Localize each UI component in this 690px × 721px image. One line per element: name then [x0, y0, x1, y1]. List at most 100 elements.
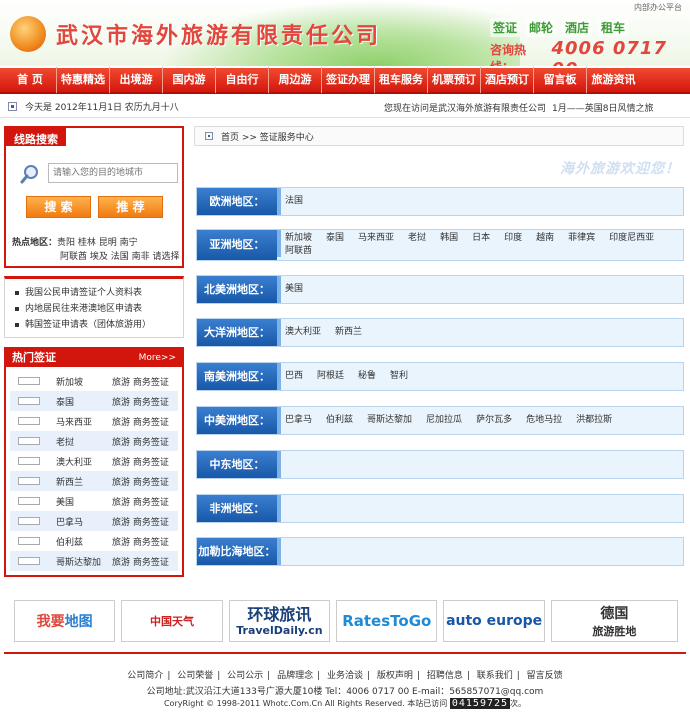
recommend-button[interactable]: 推 荐	[98, 196, 163, 218]
country-link[interactable]: 尼加拉瓜	[426, 415, 462, 426]
country-link[interactable]: 伯利兹	[326, 415, 353, 426]
footer-link[interactable]: 品牌理念	[277, 671, 313, 681]
country-link[interactable]: 老挝	[408, 233, 426, 244]
nav-hotels[interactable]: 酒店预订	[481, 67, 534, 93]
hot-places-line2[interactable]: 阿联酋 埃及 法国 南非 请选择	[12, 250, 180, 264]
visa-row[interactable]: 泰国 旅游 商务签证	[10, 391, 178, 411]
hot-places-line1[interactable]: 贵阳 桂林 昆明 南宁	[57, 238, 138, 248]
footer-link[interactable]: 留言反馈	[527, 671, 563, 681]
form-link[interactable]: 内地居民往来港澳地区申请表	[15, 301, 183, 317]
country-link[interactable]: 澳大利亚	[285, 327, 321, 338]
flag-icon	[18, 477, 40, 485]
german-text-1: 德国	[600, 606, 629, 622]
nav-flights[interactable]: 机票预订	[428, 67, 481, 93]
footer-link[interactable]: 公司简介	[127, 671, 163, 681]
visa-row[interactable]: 美国 旅游 商务签证	[10, 491, 178, 511]
country-link[interactable]: 印度尼西亚	[609, 233, 654, 244]
visa-country[interactable]: 巴拿马	[56, 515, 112, 528]
country-link[interactable]: 美国	[285, 284, 303, 295]
country-link[interactable]: 韩国	[440, 233, 458, 244]
footer-link[interactable]: 公司荣誉	[177, 671, 213, 681]
country-link[interactable]: 巴西	[285, 371, 303, 382]
country-link[interactable]: 洪都拉斯	[576, 415, 612, 426]
visa-types: 旅游 商务签证	[112, 397, 169, 408]
copyright-text: CoryRight © 1998-2011 Whotc.Com.Cn All R…	[163, 699, 448, 708]
footer-link[interactable]: 招聘信息	[427, 671, 463, 681]
nav-news[interactable]: 旅游资讯	[587, 67, 640, 93]
form-link[interactable]: 我国公民申请签证个人资料表	[15, 285, 183, 301]
visa-row[interactable]: 伯利兹 旅游 商务签证	[10, 531, 178, 551]
travel-cn-text: 环球旅讯	[247, 604, 312, 624]
search-button[interactable]: 搜 索	[26, 196, 91, 218]
visa-country[interactable]: 老挝	[56, 435, 112, 448]
country-link[interactable]: 法国	[285, 196, 303, 207]
partner-51ditu-logo[interactable]: 我要 地图	[14, 600, 116, 642]
partner-germany-tourism-logo[interactable]: 德国 旅游胜地	[550, 600, 678, 642]
nav-car-rental[interactable]: 租车服务	[375, 67, 428, 93]
visa-country[interactable]: 马来西亚	[56, 415, 112, 428]
nav-visa[interactable]: 签证办理	[322, 67, 375, 93]
site-header: 武汉市海外旅游有限责任公司 内部办公平台 签证 邮轮 酒店 租车 咨询热线： 4…	[0, 0, 690, 66]
footer-link[interactable]: 联系我们	[477, 671, 513, 681]
nav-nearby[interactable]: 周边游	[269, 67, 322, 93]
nav-guestbook[interactable]: 留言板	[534, 67, 587, 93]
country-link[interactable]: 阿联酋	[285, 246, 312, 257]
visa-country[interactable]: 美国	[56, 495, 112, 508]
nav-home[interactable]: 首 页	[4, 67, 57, 93]
footer-link[interactable]: 公司公示	[227, 671, 263, 681]
visa-row[interactable]: 澳大利亚 旅游 商务签证	[10, 451, 178, 471]
visa-row[interactable]: 新加坡 旅游 商务签证	[10, 371, 178, 391]
nav-specials[interactable]: 特惠精选	[57, 67, 110, 93]
visa-row[interactable]: 哥斯达黎加 旅游 商务签证	[10, 551, 178, 571]
country-link[interactable]: 危地马拉	[526, 415, 562, 426]
form-link[interactable]: 韩国签证申请表（团体旅游用）	[15, 317, 183, 333]
visa-country[interactable]: 伯利兹	[56, 535, 112, 548]
quick-link-visa[interactable]: 签证	[490, 18, 521, 37]
country-link[interactable]: 新西兰	[335, 327, 362, 338]
quick-link-hotel[interactable]: 酒店	[562, 18, 593, 37]
nav-domestic[interactable]: 国内游	[163, 67, 216, 93]
country-link[interactable]: 越南	[536, 233, 554, 244]
visa-row[interactable]: 马来西亚 旅游 商务签证	[10, 411, 178, 431]
country-link[interactable]: 印度	[504, 233, 522, 244]
counter-suffix: 次。	[510, 699, 527, 708]
country-link[interactable]: 日本	[472, 233, 490, 244]
visa-country[interactable]: 泰国	[56, 395, 112, 408]
footer-link[interactable]: 业务洽谈	[327, 671, 363, 681]
more-link[interactable]: More>>	[139, 349, 176, 367]
country-link[interactable]: 萨尔瓦多	[476, 415, 512, 426]
country-link[interactable]: 哥斯达黎加	[367, 415, 412, 426]
nav-outbound[interactable]: 出境游	[110, 67, 163, 93]
partner-ratestogo-logo[interactable]: RatesToGo	[336, 600, 438, 642]
country-link[interactable]: 巴拿马	[285, 415, 312, 426]
destination-search-input[interactable]	[48, 163, 178, 183]
news-ticker[interactable]: 1月——英国8日风情之旅	[552, 101, 653, 114]
quick-link-car[interactable]: 租车	[598, 18, 629, 37]
logo-icon[interactable]	[10, 16, 46, 52]
country-link[interactable]: 智利	[390, 371, 408, 382]
visa-country[interactable]: 哥斯达黎加	[56, 555, 112, 568]
visa-row[interactable]: 新西兰 旅游 商务签证	[10, 471, 178, 491]
quick-link-cruise[interactable]: 邮轮	[526, 18, 557, 37]
country-link[interactable]: 菲律宾	[568, 233, 595, 244]
visa-country[interactable]: 新西兰	[56, 475, 112, 488]
company-name[interactable]: 武汉市海外旅游有限责任公司	[56, 18, 381, 50]
partner-autoeurope-logo[interactable]: auto europe	[443, 600, 545, 642]
country-link[interactable]: 泰国	[326, 233, 344, 244]
office-platform-link[interactable]: 内部办公平台	[634, 2, 682, 13]
visa-country[interactable]: 澳大利亚	[56, 455, 112, 468]
visa-row[interactable]: 老挝 旅游 商务签证	[10, 431, 178, 451]
footer-link[interactable]: 版权声明	[377, 671, 413, 681]
breadcrumb: 首页 >> 签证服务中心	[194, 126, 684, 146]
country-link[interactable]: 秘鲁	[358, 371, 376, 382]
partner-traveldaily-logo[interactable]: 环球旅讯 TravelDaily.cn	[228, 600, 331, 642]
visa-country[interactable]: 新加坡	[56, 375, 112, 388]
visa-types: 旅游 商务签证	[112, 477, 169, 488]
country-link[interactable]: 马来西亚	[358, 233, 394, 244]
partner-weather-logo[interactable]: 中国天气	[121, 600, 223, 642]
visa-row[interactable]: 巴拿马 旅游 商务签证	[10, 511, 178, 531]
breadcrumb-text[interactable]: 首页 >> 签证服务中心	[221, 130, 314, 143]
nav-independent[interactable]: 自由行	[216, 67, 269, 93]
country-link[interactable]: 阿根廷	[317, 371, 344, 382]
country-link[interactable]: 新加坡	[285, 233, 312, 244]
